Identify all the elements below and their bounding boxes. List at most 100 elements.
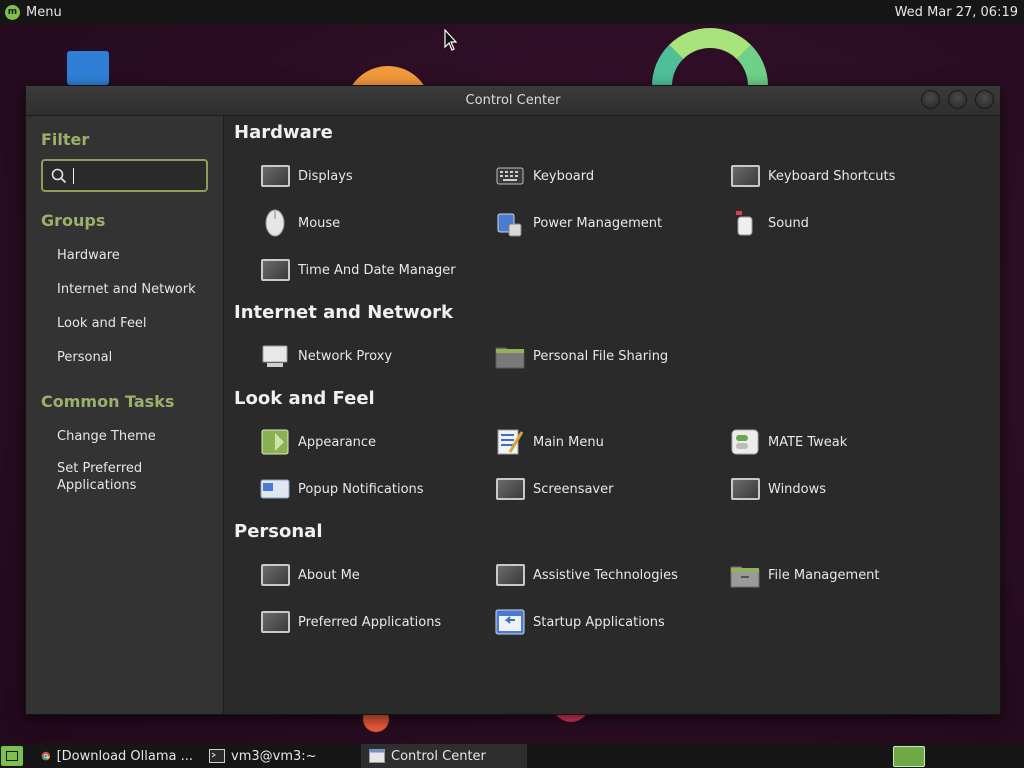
task-label: vm3@vm3:~: [231, 748, 317, 764]
main-content: Hardware Displays Keyboard Keyboard Shor…: [224, 116, 1000, 714]
item-time-and-date-manager[interactable]: Time And Date Manager: [260, 255, 456, 285]
search-icon: [51, 168, 67, 183]
item-personal-file-sharing[interactable]: Personal File Sharing: [495, 341, 668, 371]
chrome-icon: [41, 751, 50, 761]
keyboard-icon: [495, 163, 525, 189]
item-label: Keyboard Shortcuts: [768, 168, 896, 184]
item-power-management[interactable]: Power Management: [495, 208, 662, 238]
common-tasks-heading: Common Tasks: [41, 392, 175, 411]
taskbar-item-browser[interactable]: [Download Ollama ...: [33, 744, 201, 768]
item-label: Mouse: [298, 215, 341, 231]
task-label: [Download Ollama ...: [56, 748, 193, 764]
item-mouse[interactable]: Mouse: [260, 208, 340, 238]
main-menu-icon: [495, 429, 525, 455]
item-label: File Management: [768, 567, 880, 583]
item-preferred-applications[interactable]: Preferred Applications: [260, 607, 441, 637]
item-appearance[interactable]: Appearance: [260, 427, 376, 457]
text-caret: [73, 167, 74, 184]
file-management-icon: [730, 562, 760, 588]
show-desktop-icon: [6, 751, 18, 761]
item-label: Popup Notifications: [298, 481, 424, 497]
mouse-icon: [260, 209, 290, 237]
mate-tweak-icon: [730, 429, 760, 455]
windows-icon: [730, 476, 760, 502]
network-proxy-icon: [260, 343, 290, 369]
item-assistive-technologies[interactable]: Assistive Technologies: [495, 560, 678, 590]
item-sound[interactable]: Sound: [730, 208, 809, 238]
item-label: Assistive Technologies: [533, 567, 678, 583]
item-label: About Me: [298, 567, 360, 583]
groups-heading: Groups: [41, 211, 106, 230]
item-mate-tweak[interactable]: MATE Tweak: [730, 427, 847, 457]
window-icon: [369, 749, 385, 763]
mint-logo-icon: m: [5, 4, 20, 20]
item-label: Main Menu: [533, 434, 604, 450]
terminal-icon: [209, 749, 225, 763]
desktop-folder-icon[interactable]: [67, 51, 109, 85]
appearance-icon: [260, 429, 290, 455]
mouse-cursor-icon: [444, 29, 458, 51]
folder-share-icon: [495, 343, 525, 369]
item-popup-notifications[interactable]: Popup Notifications: [260, 474, 424, 504]
item-network-proxy[interactable]: Network Proxy: [260, 341, 392, 371]
display-icon: [260, 163, 290, 189]
window-title: Control Center: [465, 93, 561, 108]
sidebar-item-internet-and-network[interactable]: Internet and Network: [26, 282, 196, 297]
show-desktop-button[interactable]: [1, 746, 23, 766]
item-keyboard-shortcuts[interactable]: Keyboard Shortcuts: [730, 161, 895, 191]
menu-label: Menu: [26, 4, 62, 20]
task-change-theme[interactable]: Change Theme: [26, 429, 156, 444]
item-screensaver[interactable]: Screensaver: [495, 474, 613, 504]
sound-icon: [730, 210, 760, 236]
section-title-look-and-feel: Look and Feel: [234, 388, 375, 409]
window-titlebar[interactable]: Control Center: [26, 86, 1000, 116]
workspace-switcher-icon[interactable]: [893, 746, 925, 767]
sidebar-item-personal[interactable]: Personal: [26, 350, 112, 365]
time-date-icon: [260, 257, 290, 283]
startup-applications-icon: [495, 609, 525, 635]
top-panel: m Menu Wed Mar 27, 06:19: [0, 0, 1024, 24]
assistive-technologies-icon: [495, 562, 525, 588]
search-input[interactable]: [41, 159, 208, 192]
item-keyboard[interactable]: Keyboard: [495, 161, 594, 191]
sidebar-item-hardware[interactable]: Hardware: [26, 248, 120, 263]
taskbar-item-terminal[interactable]: vm3@vm3:~: [201, 744, 361, 768]
section-title-hardware: Hardware: [234, 122, 333, 143]
item-main-menu[interactable]: Main Menu: [495, 427, 604, 457]
task-set-preferred-applications[interactable]: Set Preferred Applications: [26, 460, 166, 494]
item-label: Appearance: [298, 434, 377, 450]
item-label: Displays: [298, 168, 353, 184]
close-button[interactable]: [975, 90, 994, 109]
taskbar-item-control-center[interactable]: Control Center: [361, 744, 527, 768]
popup-notifications-icon: [260, 476, 290, 502]
sidebar: Filter Groups Hardware Internet and Netw…: [26, 116, 224, 714]
maximize-button[interactable]: [948, 90, 967, 109]
item-label: Network Proxy: [298, 348, 393, 364]
power-management-icon: [495, 210, 525, 237]
item-label: Startup Applications: [533, 614, 665, 630]
about-me-icon: [260, 562, 290, 588]
preferred-applications-icon: [260, 609, 290, 635]
menu-button[interactable]: m Menu: [0, 0, 62, 24]
item-label: Sound: [768, 215, 809, 231]
control-center-window: Control Center Filter Groups Hardware In…: [25, 85, 1001, 715]
item-label: Windows: [768, 481, 827, 497]
clock[interactable]: Wed Mar 27, 06:19: [895, 5, 1024, 20]
sidebar-item-look-and-feel[interactable]: Look and Feel: [26, 316, 147, 331]
keyboard-shortcuts-icon: [730, 163, 760, 189]
item-about-me[interactable]: About Me: [260, 560, 360, 590]
screensaver-icon: [495, 476, 525, 502]
minimize-button[interactable]: [921, 90, 940, 109]
item-label: Keyboard: [533, 168, 595, 184]
item-windows[interactable]: Windows: [730, 474, 826, 504]
bottom-panel: [Download Ollama ... vm3@vm3:~ Control C…: [0, 744, 1024, 768]
task-label: Control Center: [391, 748, 486, 764]
section-title-personal: Personal: [234, 521, 323, 542]
item-label: Power Management: [533, 215, 663, 231]
filter-heading: Filter: [41, 130, 90, 149]
item-label: MATE Tweak: [768, 434, 848, 450]
item-label: Screensaver: [533, 481, 614, 497]
item-file-management[interactable]: File Management: [730, 560, 880, 590]
item-displays[interactable]: Displays: [260, 161, 353, 191]
item-startup-applications[interactable]: Startup Applications: [495, 607, 665, 637]
